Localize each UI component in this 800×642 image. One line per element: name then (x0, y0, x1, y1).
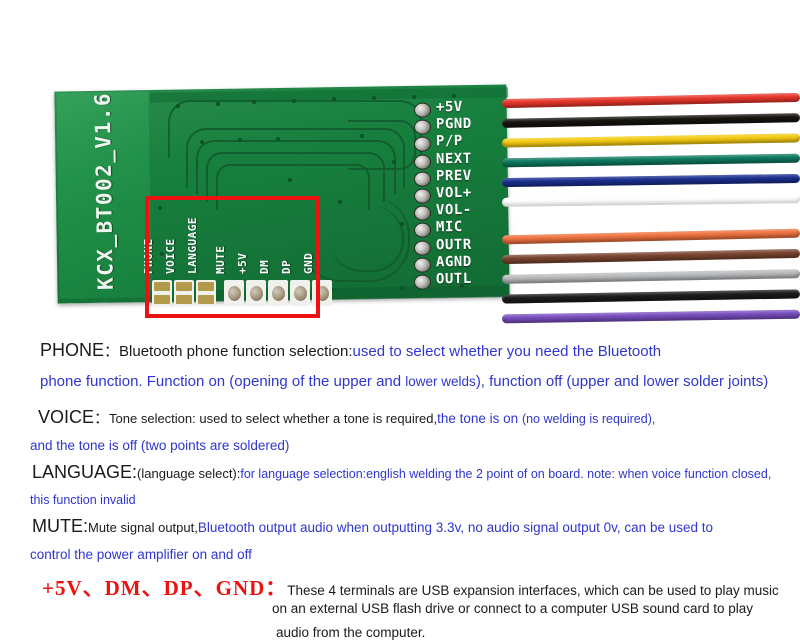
right-pin-header: +5V PGND P/P NEXT PREV VOL+ VOL- MIC OUTR AGND OUT… (413, 98, 506, 290)
pin-row: OUTR (413, 236, 506, 256)
pin-hole (413, 102, 432, 118)
pin-row: P/P (413, 133, 506, 153)
mute-label: MUTE: (32, 516, 88, 536)
pin-hole (413, 154, 432, 170)
pin-hole (413, 188, 432, 204)
pin-row: MIC (413, 219, 506, 239)
wire (501, 269, 800, 284)
voice-blue-text-1: the tone is on (437, 411, 522, 426)
board-silkscreen-name: KCX_BT002_V1.6 (90, 91, 118, 291)
pin-hole (413, 239, 432, 256)
phone-black-text: Bluetooth phone function selection: (119, 343, 353, 360)
pin-label: P/P (435, 133, 463, 150)
pcb-trace (330, 206, 404, 272)
wire (501, 92, 800, 109)
phone-blue-text-2a: phone function. Function on (opening of … (40, 373, 406, 390)
description-text: PHONE：Bluetooth phone function selection… (0, 330, 800, 640)
pin-hole (413, 136, 432, 153)
wire-bundle (501, 92, 800, 324)
wire (501, 309, 800, 324)
highlight-rectangle (145, 196, 320, 318)
pcb-trace (348, 120, 416, 170)
wire (501, 228, 800, 245)
pin-label: VOL+ (435, 184, 472, 202)
usb-heading: +5V、DM、DP、GND： (42, 576, 288, 600)
usb-line-2: on an external USB flash drive or connec… (272, 601, 754, 616)
pin-hole (413, 274, 432, 290)
language-blue-text-2: this function invalid (30, 493, 136, 507)
mute-black-text: Mute signal output, (88, 520, 198, 535)
pin-hole (413, 119, 432, 135)
wire (501, 113, 800, 128)
language-label: LANGUAGE: (32, 462, 138, 482)
pin-label: OUTR (435, 236, 472, 253)
language-blue-text-1: for language selection:english welding t… (240, 467, 772, 481)
voice-black-text: Tone selection: used to select whether a… (109, 411, 438, 426)
pin-label: +5V (435, 98, 463, 116)
pin-row: NEXT (413, 150, 506, 170)
pin-label: VOL- (435, 201, 472, 219)
phone-label: PHONE (40, 340, 105, 360)
pin-label: PREV (435, 167, 472, 185)
pin-label: AGND (435, 253, 472, 271)
product-photo: KCX_BT002_V1.6 +5V PGND P/P NEXT PREV VOL+ VOL… (0, 0, 800, 330)
pin-hole (413, 171, 432, 187)
wire (501, 248, 800, 265)
usb-line-1: These 4 terminals are USB expansion inte… (287, 583, 779, 598)
pin-hole (413, 222, 432, 239)
wire (501, 173, 800, 188)
pin-hole (413, 257, 432, 273)
phone-blue-text-2c: ), function off (upper and lower solder … (475, 373, 769, 390)
pin-label: MIC (435, 219, 463, 236)
phone-sep: ： (104, 343, 120, 360)
wire (501, 194, 800, 207)
pin-row: AGND (413, 253, 506, 273)
phone-blue-text-2b: lower welds (405, 374, 476, 389)
voice-sep: ： (94, 410, 110, 427)
voice-blue-text-1b: (no welding is required), (521, 412, 656, 426)
wire (501, 133, 800, 148)
language-black-text: (language select): (137, 466, 241, 481)
pin-label: OUTL (435, 270, 472, 288)
mute-blue-text-1: Bluetooth output audio when outputting 3… (197, 520, 713, 535)
pin-label: PGND (435, 116, 472, 133)
pin-label: NEXT (435, 150, 472, 167)
voice-label: VOICE (38, 407, 95, 427)
pin-row: PREV (413, 167, 506, 187)
pin-row: OUTL (413, 270, 506, 290)
mute-blue-text-2: control the power amplifier on and off (30, 547, 252, 562)
phone-blue-text-1: used to select whether you need the Blue… (352, 343, 662, 360)
voice-blue-text-2: and the tone is off (two points are sold… (30, 438, 290, 453)
wire (501, 153, 800, 168)
wire (501, 289, 800, 304)
pin-hole (413, 205, 432, 221)
